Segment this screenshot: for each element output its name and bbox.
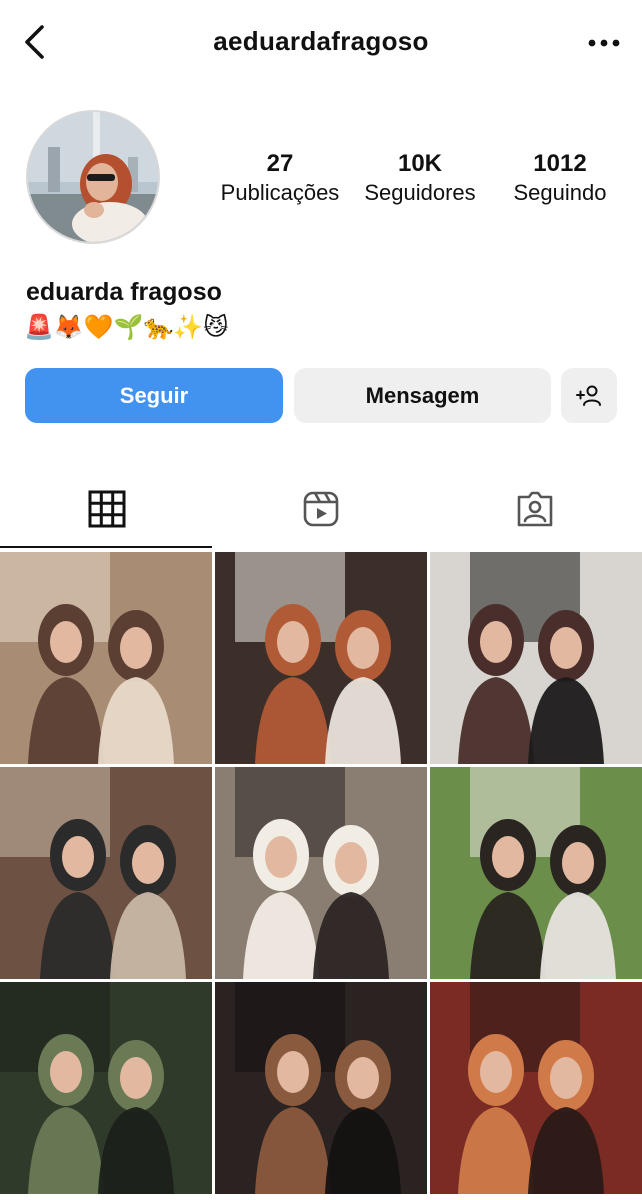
add-person-icon [576,385,601,406]
message-button[interactable]: Mensagem [294,368,551,423]
post-image [215,552,427,764]
stat-posts-label: Publicações [220,180,340,205]
stat-following[interactable]: 1012 Seguindo [490,150,630,214]
more-options-button[interactable] [584,26,624,60]
post-thumbnail[interactable] [430,552,642,764]
post-image [430,552,642,764]
post-thumbnail[interactable] [0,982,212,1194]
stat-followers[interactable]: 10K Seguidores [350,150,490,214]
post-image [0,767,212,979]
post-thumbnail[interactable] [215,552,427,764]
post-image [215,982,427,1194]
post-thumbnail[interactable] [0,552,212,764]
tab-reels[interactable] [214,470,428,548]
stat-followers-label: Seguidores [364,180,476,205]
avatar-photo [28,112,158,242]
post-thumbnail[interactable] [215,767,427,979]
posts-grid [0,552,642,1194]
tab-tagged[interactable] [428,470,642,548]
grid-icon [88,490,126,528]
profile-username: aeduardafragoso [213,26,429,56]
post-thumbnail[interactable] [430,767,642,979]
top-bar: aeduardafragoso [0,0,642,90]
reels-icon [303,491,339,527]
profile-stats: 27 Publicações 10K Seguidores 1012 Segui… [210,150,630,214]
suggest-accounts-button[interactable] [561,368,617,423]
profile-tabs [0,470,642,550]
post-thumbnail[interactable] [430,982,642,1194]
tab-posts[interactable] [0,470,214,548]
stat-following-label: Seguindo [513,180,607,205]
post-image [430,982,642,1194]
post-image [215,767,427,979]
post-image [430,767,642,979]
post-thumbnail[interactable] [0,767,212,979]
tagged-person-icon [517,491,553,527]
follow-button[interactable]: Seguir [25,368,283,423]
more-horizontal-icon [588,39,620,47]
stat-posts-value: 27 [266,150,294,177]
stat-followers-value: 10K [397,150,443,177]
bio-emojis: 🚨🦊🧡🌱🐆✨😼 [24,313,229,341]
avatar[interactable] [26,110,160,244]
stat-posts[interactable]: 27 Publicações [210,150,350,214]
post-thumbnail[interactable] [215,982,427,1194]
stat-following-value: 1012 [533,150,587,177]
post-image [0,552,212,764]
post-image [0,982,212,1194]
display-name: eduarda fragoso [26,278,222,306]
